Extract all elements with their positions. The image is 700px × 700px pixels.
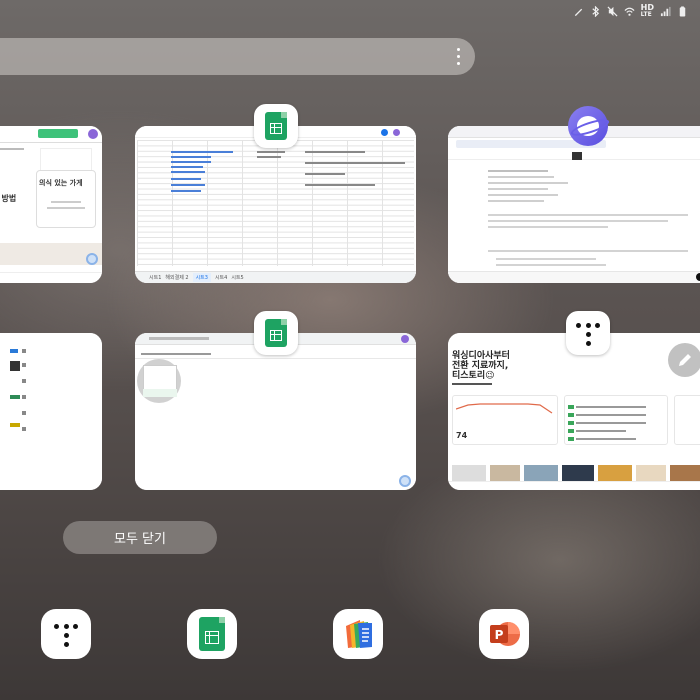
recent-card-samsung-internet[interactable]	[448, 126, 700, 283]
google-sheets-icon	[265, 112, 287, 140]
pencil-icon	[679, 354, 691, 366]
tistory-preview: 워싱디아사부터 전환 지료까지, 티스토리😉 74	[448, 333, 700, 490]
sheet-grid	[137, 140, 414, 266]
mute-icon	[607, 5, 618, 17]
sheet-tab: 시트5	[231, 275, 244, 281]
google-sheets-app-badge[interactable]	[254, 311, 298, 355]
google-sheets-app-badge[interactable]	[254, 104, 298, 148]
sheet-tabs: 시트1 해외결제 2 시트3 시트4 시트5	[135, 271, 416, 283]
google-sheets-icon	[199, 617, 225, 651]
dock-app-powerpoint[interactable]: P	[479, 609, 529, 659]
dock-app-google-sheets[interactable]	[187, 609, 237, 659]
sheet-tab: 시트4	[214, 275, 228, 281]
sheet-tab: 시트1	[149, 275, 162, 281]
samsung-internet-icon	[568, 106, 608, 146]
card-title-2: 하는 방법	[0, 194, 17, 203]
browser-preview	[448, 126, 700, 283]
more-vertical-icon[interactable]	[457, 48, 461, 65]
network-type: HD LTE	[640, 3, 654, 19]
sheet-tab: 해외결제 2	[165, 275, 189, 281]
headline-line-3: 티스토리😉	[452, 371, 495, 381]
signal-icon	[660, 6, 671, 16]
bluetooth-icon	[592, 5, 599, 17]
tmap-icon	[50, 618, 82, 650]
edit-fab-button[interactable]	[668, 343, 700, 377]
pen-icon	[574, 8, 582, 16]
stat-value: 74	[456, 431, 468, 440]
network-sub-label: LTE	[640, 11, 652, 18]
card-preview	[0, 333, 102, 490]
samsung-internet-app-badge[interactable]	[566, 104, 610, 148]
recents-search-bar[interactable]	[0, 38, 475, 75]
google-sheets-icon	[265, 319, 287, 347]
svg-text:P: P	[495, 628, 504, 642]
status-bar: HD LTE	[573, 3, 688, 19]
tmap-icon	[572, 317, 604, 349]
card-title-1: 의식 있는 가게	[39, 179, 83, 187]
close-all-button[interactable]: 모두 닫기	[63, 521, 217, 554]
wifi-icon	[624, 7, 635, 16]
tmap-app-badge[interactable]	[566, 311, 610, 355]
polaris-office-icon	[346, 620, 372, 648]
stats-line-chart	[456, 403, 553, 414]
sheet-preview: 시트1 해외결제 2 시트3 시트4 시트5	[135, 126, 416, 283]
powerpoint-icon: P	[490, 622, 520, 646]
recent-card-left-top[interactable]: 하는 방법 의식 있는 가게	[0, 126, 102, 283]
sheet-tab-active: 시트3	[192, 273, 211, 282]
battery-icon	[679, 5, 686, 17]
recent-card-google-sheets[interactable]: 시트1 해외결제 2 시트3 시트4 시트5	[135, 126, 416, 283]
recent-card-tmap[interactable]: 워싱디아사부터 전환 지료까지, 티스토리😉 74	[448, 333, 700, 490]
card-preview: 하는 방법 의식 있는 가게	[0, 126, 102, 283]
recent-card-left-bottom[interactable]	[0, 333, 102, 490]
dock-app-polaris-office[interactable]	[333, 609, 383, 659]
sheet-preview	[135, 333, 416, 490]
network-label: HD	[640, 3, 654, 12]
dock-app-tmap[interactable]	[41, 609, 91, 659]
recent-card-google-sheets-2[interactable]	[135, 333, 416, 490]
